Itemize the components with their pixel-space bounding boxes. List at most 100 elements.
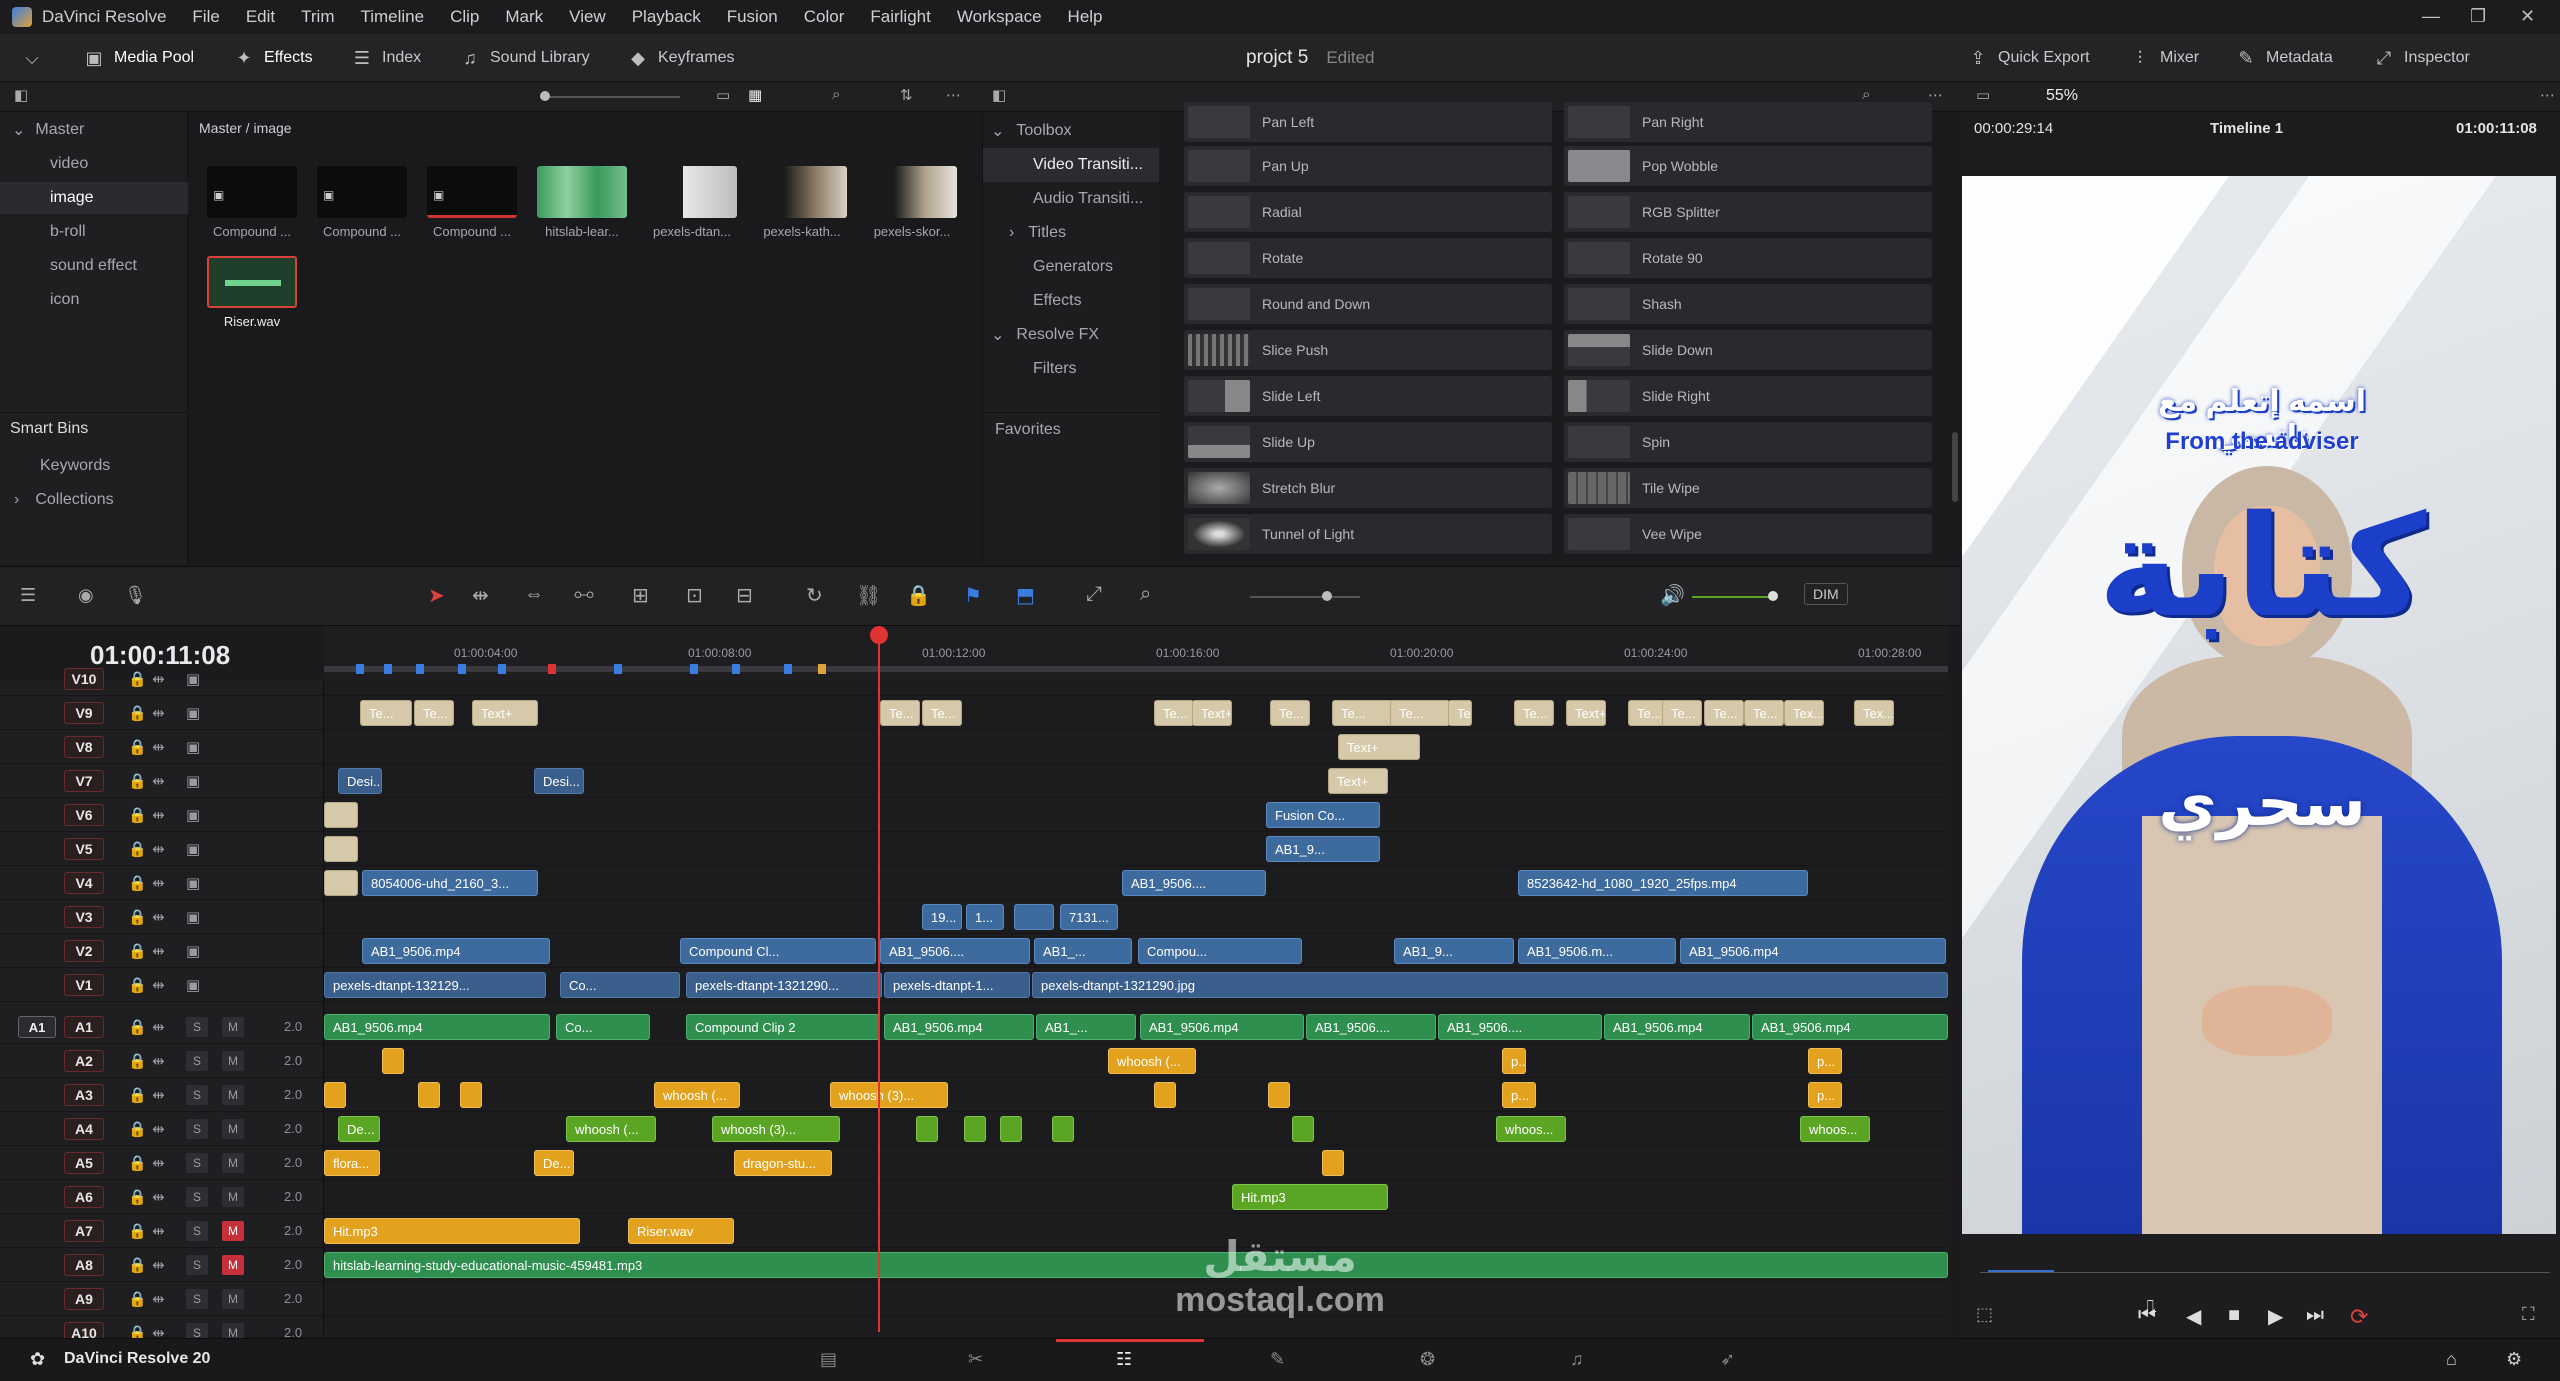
- timeline-clip[interactable]: AB1_9506.mp4: [1680, 938, 1946, 964]
- track-name[interactable]: V3: [64, 905, 104, 928]
- timeline-clip[interactable]: AB1_9...: [1266, 836, 1380, 862]
- solo-button[interactable]: S: [186, 1254, 208, 1275]
- timeline-clip[interactable]: Tex...: [1854, 700, 1894, 726]
- effects-scrollbar[interactable]: [1952, 432, 1958, 502]
- timeline-clip[interactable]: [1000, 1116, 1022, 1142]
- transition-item[interactable]: Pan Left: [1184, 102, 1552, 142]
- media-clip[interactable]: pexels-kath...: [757, 166, 847, 239]
- mute-button[interactable]: M: [222, 1084, 244, 1105]
- zoom-detail-icon[interactable]: ⌕: [1140, 583, 1151, 606]
- transition-item[interactable]: Pan Right: [1564, 102, 1932, 142]
- lane-v10[interactable]: [324, 680, 1948, 696]
- loop-icon[interactable]: ⟳: [2350, 1304, 2368, 1330]
- track-header-a7[interactable]: A7 🔒 ⇹ S M 2.0: [0, 1214, 324, 1248]
- lane-v8[interactable]: [324, 730, 1948, 764]
- track-autoselect-icon[interactable]: ⇹: [152, 1290, 165, 1308]
- track-autoselect-icon[interactable]: ⇹: [152, 1154, 165, 1172]
- mixer-button[interactable]: ⫶ Mixer: [2130, 34, 2199, 82]
- track-header-v7[interactable]: V7 🔒 ⇹ ▣: [0, 764, 324, 798]
- transition-item[interactable]: Round and Down: [1184, 284, 1552, 324]
- menu-clip[interactable]: Clip: [450, 7, 479, 27]
- effects-button[interactable]: ✦ Effects: [234, 34, 312, 82]
- menu-fairlight[interactable]: Fairlight: [870, 7, 930, 27]
- timeline-clip[interactable]: AB1_9506.mp4: [1752, 1014, 1948, 1040]
- timeline-clip[interactable]: AB1_9506....: [880, 938, 1030, 964]
- track-visibility-icon[interactable]: ▣: [186, 942, 200, 960]
- bin-image[interactable]: image: [0, 182, 188, 214]
- marker[interactable]: [548, 664, 556, 674]
- timeline-clip[interactable]: Co...: [556, 1014, 650, 1040]
- menu-trim[interactable]: Trim: [301, 7, 334, 27]
- effects-search-icon[interactable]: ⌕: [1862, 86, 1870, 103]
- transition-item[interactable]: Rotate: [1184, 238, 1552, 278]
- timeline-clip[interactable]: [382, 1048, 404, 1074]
- timeline-clip[interactable]: [324, 836, 358, 862]
- timeline-clip[interactable]: Te...: [922, 700, 962, 726]
- timeline-clip[interactable]: AB1_...: [1036, 1014, 1136, 1040]
- timeline-clip[interactable]: Text+: [1328, 768, 1388, 794]
- volume-icon[interactable]: 🔊: [1660, 583, 1685, 608]
- marker[interactable]: [458, 664, 466, 674]
- timeline-clip[interactable]: [1322, 1150, 1344, 1176]
- blade-tool-icon[interactable]: ⧟: [574, 583, 594, 606]
- track-name[interactable]: V6: [64, 803, 104, 826]
- track-autoselect-icon[interactable]: ⇹: [152, 874, 165, 892]
- deliver-page-icon[interactable]: ➶: [1720, 1349, 1735, 1370]
- lane-v5[interactable]: [324, 832, 1948, 866]
- lane-a6[interactable]: [324, 1180, 1948, 1214]
- volume-slider[interactable]: [1692, 591, 1778, 601]
- marker[interactable]: [818, 664, 826, 674]
- transition-item[interactable]: Slide Up: [1184, 422, 1552, 462]
- timeline-clip[interactable]: Te...: [1704, 700, 1744, 726]
- timeline-clip[interactable]: p...: [1808, 1082, 1842, 1108]
- track-header-v4[interactable]: V4 🔒 ⇹ ▣: [0, 866, 324, 900]
- microphone-icon[interactable]: 🎙: [124, 585, 147, 606]
- lane-v6[interactable]: [324, 798, 1948, 832]
- mute-button[interactable]: M: [222, 1186, 244, 1207]
- track-header-v1[interactable]: V1 🔒 ⇹ ▣: [0, 968, 324, 1002]
- timeline-clip[interactable]: [1014, 904, 1054, 930]
- track-name[interactable]: V2: [64, 939, 104, 962]
- track-lock-icon[interactable]: 🔒: [128, 704, 147, 722]
- track-name[interactable]: V7: [64, 769, 104, 792]
- timeline-clip[interactable]: [460, 1082, 482, 1108]
- timeline-clip[interactable]: Compound Cl...: [680, 938, 876, 964]
- jump-to-start-icon[interactable]: ⏮: [2138, 1304, 2156, 1327]
- timeline-ruler[interactable]: 01:00:04:00 01:00:08:00 01:00:12:00 01:0…: [324, 626, 1948, 682]
- viewer-layout-icon[interactable]: ▭: [1976, 86, 1990, 104]
- marker[interactable]: [732, 664, 740, 674]
- timeline-clip[interactable]: Compou...: [1138, 938, 1302, 964]
- timeline-clip[interactable]: Te...: [1448, 700, 1472, 726]
- timeline-clip[interactable]: [916, 1116, 938, 1142]
- track-lock-icon[interactable]: 🔒: [128, 874, 147, 892]
- keyframes-button[interactable]: ◆ Keyframes: [628, 34, 734, 82]
- audio-transitions-category[interactable]: Audio Transiti...: [983, 182, 1159, 216]
- bin-icon[interactable]: icon: [0, 284, 188, 316]
- program-viewer[interactable]: اسمه إتعلم مع ناتسي From the adviser كتا…: [1962, 176, 2556, 1234]
- media-clip-selected[interactable]: Riser.wav: [207, 256, 297, 329]
- sound-library-button[interactable]: ♫ Sound Library: [460, 34, 589, 82]
- solo-button[interactable]: S: [186, 1050, 208, 1071]
- media-clip[interactable]: ▣ Compound ...: [317, 166, 407, 239]
- media-clip[interactable]: ▣ Compound ...: [207, 166, 297, 239]
- timeline-zoom-slider[interactable]: [1250, 591, 1360, 601]
- track-lock-icon[interactable]: 🔒: [128, 772, 147, 790]
- track-name[interactable]: V5: [64, 837, 104, 860]
- timeline-clip[interactable]: AB1_...: [1034, 938, 1132, 964]
- overwrite-clip-icon[interactable]: ⊡: [686, 583, 703, 608]
- mute-button[interactable]: M: [222, 1118, 244, 1139]
- track-header-a6[interactable]: A6 🔒 ⇹ S M 2.0: [0, 1180, 324, 1214]
- transition-item[interactable]: Shash: [1564, 284, 1932, 324]
- transition-item[interactable]: Pan Up: [1184, 146, 1552, 186]
- timeline-clip[interactable]: Text+: [1192, 700, 1232, 726]
- cut-page-icon[interactable]: ✂: [968, 1349, 983, 1370]
- dim-button[interactable]: DIM: [1804, 583, 1848, 605]
- media-clip[interactable]: pexels-dtan...: [647, 166, 737, 239]
- track-header-v9[interactable]: V9 🔒 ⇹ ▣: [0, 696, 324, 730]
- timeline-clip[interactable]: [324, 870, 358, 896]
- timeline-clip[interactable]: AB1_9506.mp4: [1140, 1014, 1304, 1040]
- timeline-clip[interactable]: [1268, 1082, 1290, 1108]
- timeline-clip[interactable]: whoosh (...: [654, 1082, 740, 1108]
- lane-v3[interactable]: [324, 900, 1948, 934]
- marker[interactable]: [498, 664, 506, 674]
